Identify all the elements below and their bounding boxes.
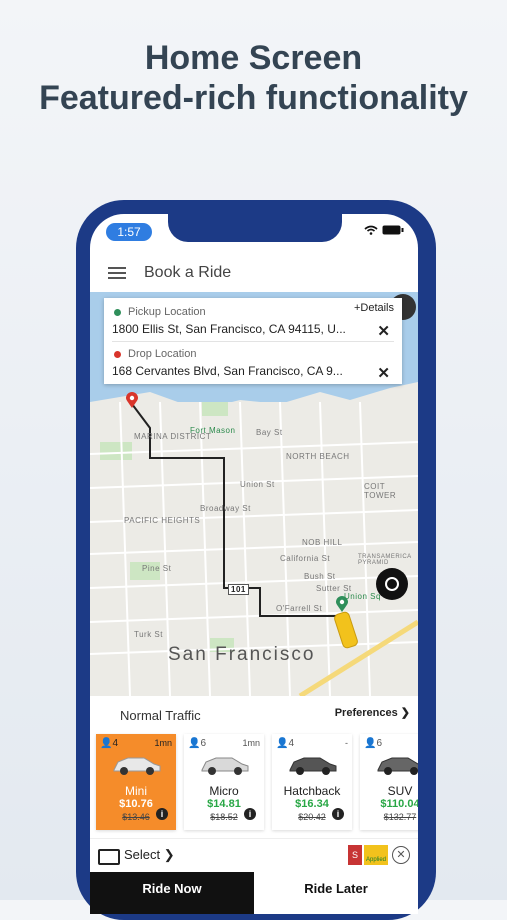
map-label: PACIFIC HEIGHTS <box>124 516 201 525</box>
map-label: California St <box>280 554 331 563</box>
car-name: Hatchback <box>283 784 341 798</box>
map-city-label: San Francisco <box>168 644 316 665</box>
car-name: Mini <box>124 784 147 798</box>
eta: 1mn <box>242 738 260 748</box>
car-image <box>113 757 161 775</box>
divider <box>112 341 394 342</box>
person-icon: 👤 <box>364 738 377 749</box>
payment-select-button[interactable]: Select ❯ <box>124 847 175 863</box>
notch <box>168 214 342 242</box>
map-label: NORTH BEACH <box>286 452 350 461</box>
person-icon: 👤 <box>276 738 289 749</box>
drop-value: 168 Cervantes Blvd, San Francisco, CA 9.… <box>112 364 343 378</box>
car-option-hatchback[interactable]: 👤4 - Hatchback $16.34 $20.42 i <box>272 734 352 830</box>
status-time: 1:57 <box>106 223 152 241</box>
ride-later-button[interactable]: Ride Later <box>254 872 418 914</box>
map-label: Union Sq <box>344 592 381 601</box>
location-card: +Details Pickup Location 1800 Ellis St, … <box>104 298 402 384</box>
hero-title: Home Screen <box>144 39 363 77</box>
info-icon[interactable]: i <box>156 808 168 820</box>
car-option-suv[interactable]: 👤6 SUV $110.04 $132.77 <box>360 734 418 830</box>
car-option-mini[interactable]: 👤4 1mn Mini $10.76 $13.46 i <box>96 734 176 830</box>
drop-label: Drop Location <box>112 348 394 360</box>
seats-count: 👤6 <box>364 738 383 749</box>
chevron-right-icon: ❯ <box>400 707 410 719</box>
battery-icon <box>382 225 404 235</box>
car-name: Micro <box>209 784 239 798</box>
map-label: O'Farrell St <box>276 604 323 613</box>
map-label: COIT TOWER <box>364 482 397 500</box>
map-label: Turk St <box>134 630 163 639</box>
credit-card-icon <box>98 849 120 865</box>
map-label: Bush St <box>304 572 336 581</box>
map-label: Pine St <box>142 564 172 573</box>
ride-now-button[interactable]: Ride Now <box>90 872 254 914</box>
highway-shield: 101 <box>228 584 249 595</box>
map-view[interactable]: MARINA DISTRICT Fort Mason NORTH BEACH P… <box>90 292 418 696</box>
hamburger-menu-icon[interactable] <box>108 267 126 279</box>
chevron-right-icon: ❯ <box>163 847 175 862</box>
pin-icon <box>126 392 138 408</box>
phone-screen: 1:57 Book a Ride MARINA DISTRICT Fort Ma… <box>90 214 418 914</box>
clear-drop-icon[interactable]: ✕ <box>377 364 390 382</box>
map-label: Union St <box>240 480 275 489</box>
car-type-list[interactable]: 👤4 1mn Mini $10.76 $13.46 i 👤6 1mn Micro… <box>96 734 418 832</box>
map-label: TRANSAMERICA PYRAMID <box>358 554 412 566</box>
seats-count: 👤4 <box>100 738 119 749</box>
map-label: Fort Mason <box>190 426 236 435</box>
drop-pin-icon <box>114 351 121 358</box>
page-title: Book a Ride <box>144 264 232 281</box>
seats-count: 👤6 <box>188 738 207 749</box>
hero-subtitle: Featured-rich functionality <box>39 79 468 117</box>
car-option-micro[interactable]: 👤6 1mn Micro $14.81 $18.52 i <box>184 734 264 830</box>
car-image <box>377 757 418 775</box>
eta: 1mn <box>154 738 172 748</box>
car-old-price: $132.77 <box>383 812 417 822</box>
car-name: SUV <box>387 784 413 798</box>
promo-badge-icon: S <box>348 845 362 865</box>
pickup-value: 1800 Ellis St, San Francisco, CA 94115, … <box>112 322 346 336</box>
applied-badge: Applied <box>364 845 388 865</box>
drop-row[interactable]: Drop Location 168 Cervantes Blvd, San Fr… <box>112 348 394 382</box>
map-label: NOB HILL <box>302 538 343 547</box>
map-label: Bay St <box>256 428 283 437</box>
seats-count: 👤4 <box>276 738 295 749</box>
info-icon[interactable]: i <box>332 808 344 820</box>
preferences-button[interactable]: Preferences ❯ <box>335 706 410 719</box>
app-bar: Book a Ride <box>90 254 418 292</box>
eta: - <box>345 738 348 748</box>
payment-bar: Select ❯ S Applied ✕ <box>90 838 418 873</box>
wifi-icon <box>364 225 378 235</box>
pickup-row[interactable]: Pickup Location 1800 Ellis St, San Franc… <box>112 306 394 340</box>
info-icon[interactable]: i <box>244 808 256 820</box>
clear-pickup-icon[interactable]: ✕ <box>377 322 390 340</box>
status-icons <box>364 225 404 235</box>
person-icon: 👤 <box>100 738 113 749</box>
close-icon[interactable]: ✕ <box>392 846 410 864</box>
car-image <box>201 757 249 775</box>
map-label: Broadway St <box>200 504 251 513</box>
car-image <box>289 757 337 775</box>
car-price: $110.04 <box>380 798 418 810</box>
person-icon: 👤 <box>188 738 201 749</box>
pickup-dot-icon <box>114 309 121 316</box>
map-label: Sutter St <box>316 584 352 593</box>
hero-heading: Home Screen Featured-rich functionality <box>0 38 507 118</box>
traffic-status: Normal Traffic <box>120 708 201 723</box>
pickup-label: Pickup Location <box>112 306 394 318</box>
